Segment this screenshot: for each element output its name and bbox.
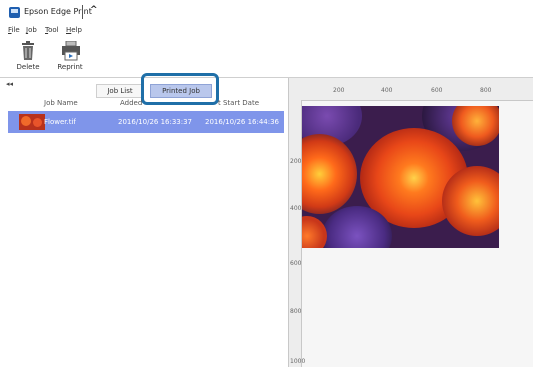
app-icon: [9, 7, 20, 18]
cell-job-name: Flower.tif: [44, 118, 76, 126]
printed-job-callout: [141, 73, 219, 105]
ruler-tick: 400: [381, 87, 393, 94]
preview-shape: [442, 166, 499, 236]
ruler-tick: 600: [431, 87, 443, 94]
menu-job[interactable]: Job: [26, 25, 37, 35]
ruler-tick: 200: [333, 87, 345, 94]
menu-help[interactable]: Help: [66, 25, 82, 35]
trash-icon: [22, 41, 34, 60]
top-ruler: 200 400 600 800: [289, 78, 533, 101]
menu-bar: File Job Tool Help: [0, 24, 533, 37]
preview-shape: [302, 216, 327, 248]
table-row[interactable]: Flower.tif 2016/10/26 16:33:37 2016/10/2…: [8, 111, 284, 133]
job-list-panel: ◂◂ Job List Printed Job Job Name Added t…: [0, 73, 289, 367]
reprint-button[interactable]: Reprint: [50, 39, 90, 75]
column-job-name[interactable]: Job Name: [44, 98, 78, 108]
print-preview-image: [302, 106, 499, 248]
column-added[interactable]: Added: [120, 98, 142, 108]
job-thumbnail: [19, 114, 45, 130]
left-ruler: 200 400 600 800 1000: [289, 100, 306, 367]
ruler-tick: 800: [290, 308, 302, 315]
delete-label: Delete: [16, 63, 40, 71]
collapse-panel-icon[interactable]: ◂◂: [6, 80, 13, 88]
ruler-tick: 200: [290, 158, 302, 165]
collapse-ribbon-icon[interactable]: ^: [90, 4, 98, 16]
reprint-label: Reprint: [57, 63, 83, 71]
delete-button[interactable]: Delete: [8, 39, 48, 75]
printer-icon: [62, 41, 80, 61]
ruler-tick: 400: [290, 205, 302, 212]
column-start-date[interactable]: t Start Date: [218, 98, 259, 108]
tab-job-list[interactable]: Job List: [96, 84, 144, 98]
menu-file[interactable]: File: [8, 25, 20, 35]
title-separator: [82, 5, 83, 19]
toolbar: Delete Reprint: [0, 37, 533, 78]
ruler-tick: 1000: [290, 358, 306, 365]
title-bar: Epson Edge Print ^: [0, 0, 533, 24]
cell-start-date: 2016/10/26 16:44:36: [205, 118, 280, 126]
preview-shape: [302, 134, 357, 214]
cell-added: 2016/10/26 16:33:37: [118, 118, 193, 126]
menu-tool[interactable]: Tool: [45, 25, 59, 35]
ruler-tick: 600: [290, 260, 302, 267]
ruler-tick: 800: [480, 87, 492, 94]
